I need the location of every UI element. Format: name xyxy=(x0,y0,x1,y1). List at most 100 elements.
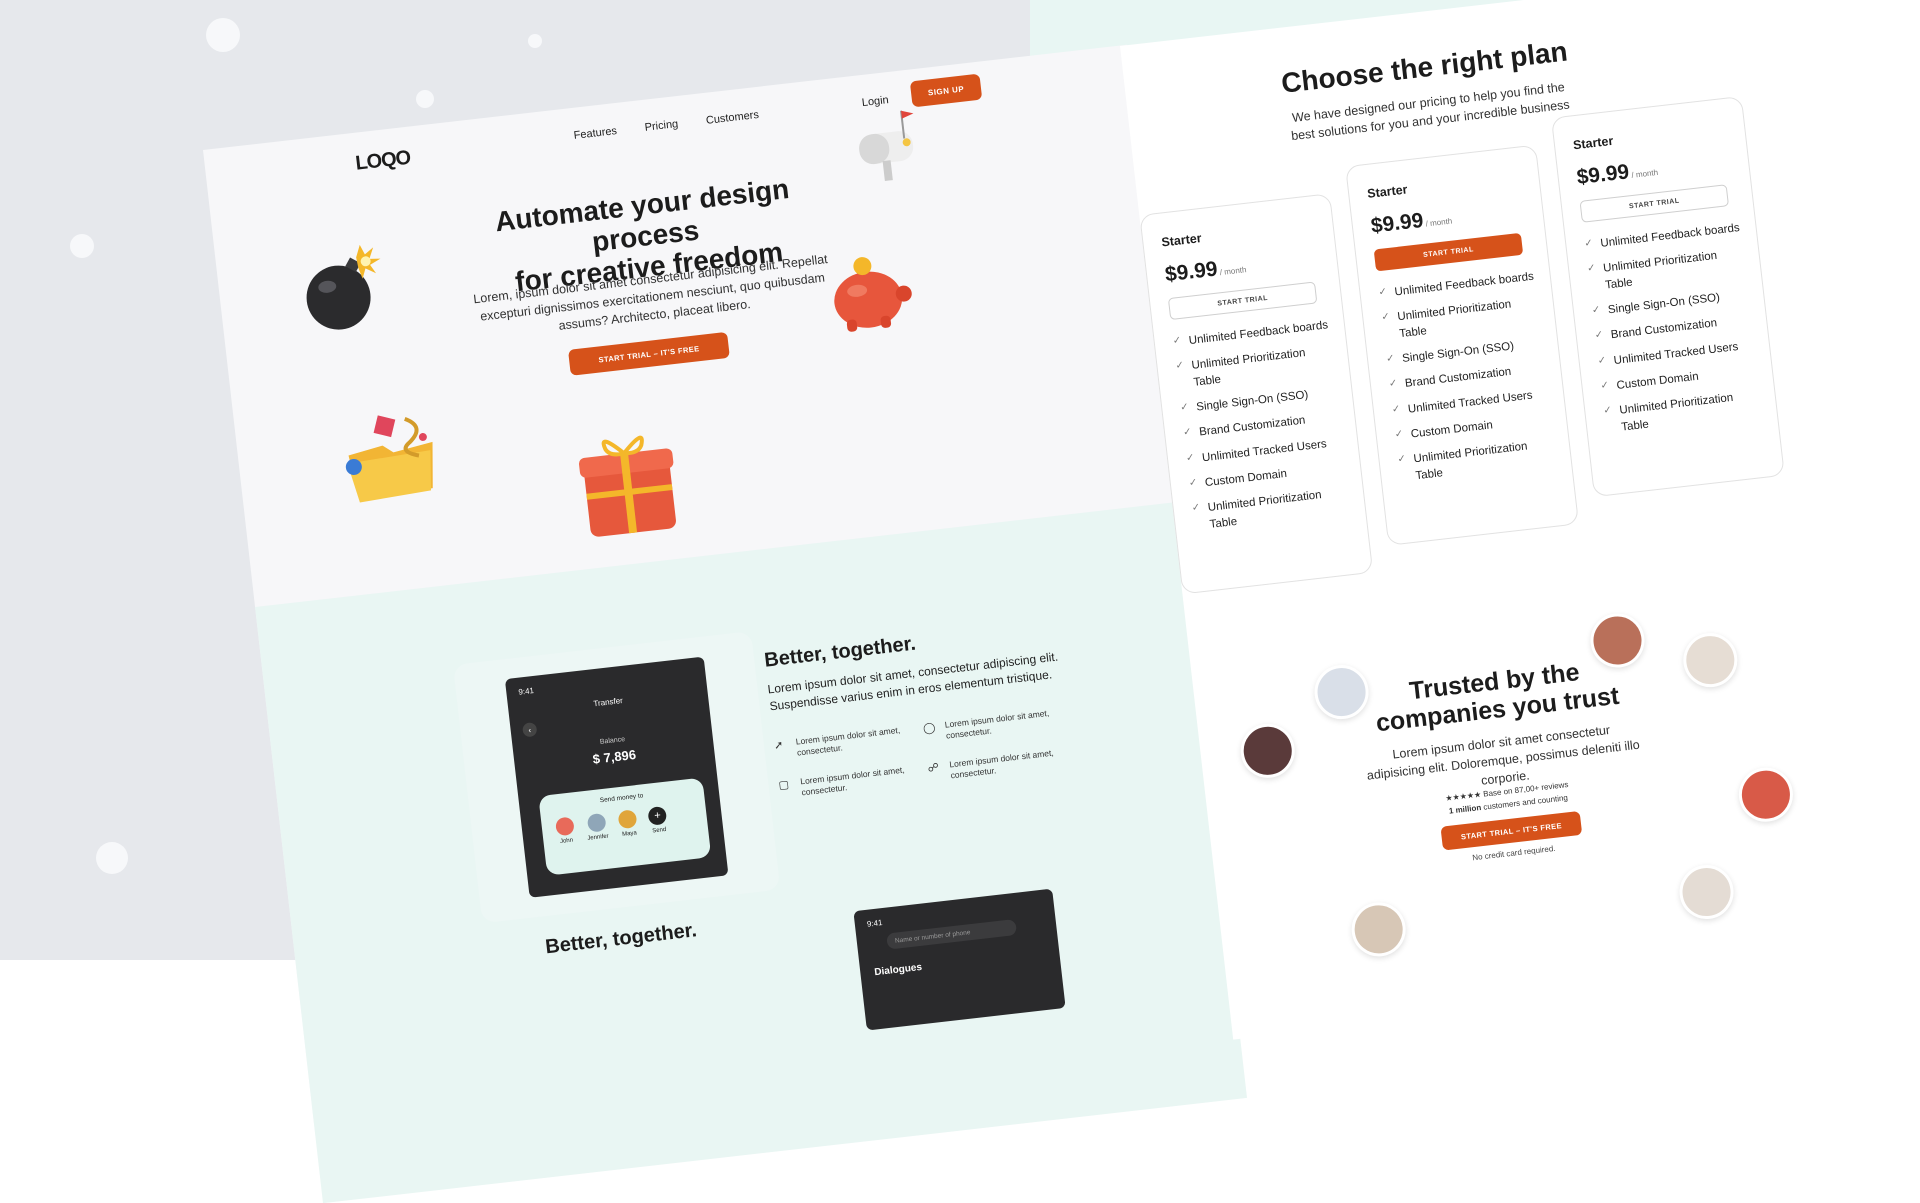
check-icon: ✓ xyxy=(1377,286,1388,299)
feature-item: ✓ Unlimited Prioritization Table xyxy=(1191,484,1354,535)
feature-text: Unlimited Feedback boards xyxy=(1393,270,1535,299)
feature-text: Brand Customization xyxy=(1610,317,1718,342)
check-icon: ✓ xyxy=(1591,304,1601,317)
feature-text: Unlimited Prioritization Table xyxy=(1602,250,1718,292)
contact-jennifer[interactable]: Jennifer xyxy=(585,812,610,842)
decor-dot xyxy=(416,90,434,108)
check-icon: ✓ xyxy=(1175,360,1185,373)
nav-features[interactable]: Features xyxy=(573,125,618,142)
feature-text: Brand Customization xyxy=(1198,414,1307,439)
logo[interactable]: LOQO xyxy=(354,147,411,176)
feature-text: Unlimited Feedback boards xyxy=(1599,222,1741,250)
feature-text: Custom Domain xyxy=(1204,467,1288,490)
nav-customers[interactable]: Customers xyxy=(705,109,759,127)
start-trial-button[interactable]: START TRIAL xyxy=(1373,232,1524,272)
send-button[interactable]: + Send xyxy=(647,805,669,835)
avatar xyxy=(1680,630,1741,691)
check-icon: ✓ xyxy=(1597,354,1607,367)
feature-text: Unlimited Feedback boards xyxy=(1188,319,1329,348)
price-period: / month xyxy=(1425,216,1453,229)
feature-text: Unlimited Prioritization Table xyxy=(1396,298,1512,340)
plan-name: Starter xyxy=(1366,182,1409,201)
feature-text: Unlimited Tracked Users xyxy=(1613,340,1739,367)
feature-text: Unlimited Tracked Users xyxy=(1407,389,1534,416)
dialogues-heading: Dialogues xyxy=(873,961,923,979)
top-nav: Features Pricing Customers xyxy=(573,109,759,142)
plan-card: Starter $9.99/ month START TRIAL ✓ Unlimi… xyxy=(1550,95,1785,498)
price-value: $9.99 xyxy=(1369,208,1425,238)
feature-item: ✓ Unlimited Prioritization Table xyxy=(1397,435,1560,486)
feature-text: Brand Customization xyxy=(1404,366,1512,391)
feature-text: Custom Domain xyxy=(1410,419,1494,441)
phone-search-input[interactable]: Name or number of phone xyxy=(886,918,1018,950)
avatar xyxy=(554,816,575,837)
check-icon: ✓ xyxy=(1586,262,1597,275)
avatar xyxy=(1676,862,1737,922)
feature-text: Single Sign-On (SSO) xyxy=(1607,291,1721,317)
start-trial-button[interactable]: START TRIAL xyxy=(1579,184,1730,223)
check-icon: ✓ xyxy=(1385,352,1396,365)
start-trial-button[interactable]: START TRIAL xyxy=(1167,281,1318,321)
avatar xyxy=(617,809,638,830)
send-money-label: Send money to xyxy=(599,792,644,805)
avatar xyxy=(586,812,607,833)
check-icon: ✓ xyxy=(1188,477,1198,489)
feature-text: Custom Domain xyxy=(1615,370,1700,392)
feature-list: ✓ Unlimited Feedback boards ✓ Unlimited Pr… xyxy=(1172,317,1355,544)
price-value: $9.99 xyxy=(1575,160,1631,190)
price-value: $9.99 xyxy=(1163,257,1219,287)
check-icon: ✓ xyxy=(1380,311,1391,324)
check-icon: ✓ xyxy=(1602,405,1613,417)
check-icon: ✓ xyxy=(1594,329,1604,342)
feature-text: Unlimited Tracked Users xyxy=(1201,437,1328,464)
contact-maya[interactable]: Maya xyxy=(617,809,639,838)
decor-dot xyxy=(206,18,240,52)
contact-name: Jennifer xyxy=(587,833,610,842)
send-money-panel: Send money to John Jennifer Maya + Send xyxy=(538,777,712,876)
plan-name: Starter xyxy=(1572,133,1614,153)
feature-text: Unlimited Prioritization Table xyxy=(1618,392,1734,434)
feature-text: Unlimited Prioritization Table xyxy=(1207,489,1323,531)
decor-dot xyxy=(528,34,542,48)
start-trial-button[interactable]: START TRIAL – IT'S FREE xyxy=(567,331,730,376)
plan-name: Starter xyxy=(1160,231,1203,250)
price-period: / month xyxy=(1219,265,1247,278)
contact-list: John Jennifer Maya + Send xyxy=(554,805,669,846)
avatar xyxy=(1736,764,1796,825)
decor-dot xyxy=(70,234,94,258)
feature-item: ✓ Unlimited Prioritization Table xyxy=(1587,245,1750,296)
feature-text: Single Sign-On (SSO) xyxy=(1401,340,1515,366)
contact-name: John xyxy=(559,837,574,846)
phone-title: Transfer xyxy=(592,696,624,709)
dollar-icon: ◯ xyxy=(922,721,937,736)
count-strong: 1 million xyxy=(1448,803,1482,816)
check-icon: ✓ xyxy=(1397,453,1407,466)
phone-time: 9:41 xyxy=(517,686,535,697)
pricing-page: Choose the right plan We have designed o… xyxy=(1120,0,1920,1040)
gift-icon xyxy=(578,435,676,537)
check-icon: ✓ xyxy=(1185,451,1196,464)
feature-list: ✓ Unlimited Feedback boards ✓ Unlimited Pr… xyxy=(1584,220,1767,447)
feature-text: Unlimited Prioritization Table xyxy=(1191,347,1307,389)
avatar xyxy=(1237,720,1298,781)
feature-item: ✓ Unlimited Prioritization Table xyxy=(1603,387,1766,438)
lock-icon: ☍ xyxy=(927,761,940,775)
check-icon: ✓ xyxy=(1388,378,1399,390)
check-icon: ✓ xyxy=(1182,426,1193,439)
plan-price: $9.99/ month xyxy=(1164,254,1247,287)
folder-icon xyxy=(345,415,433,503)
compass-icon: ➚ xyxy=(773,739,784,753)
piggy-bank-icon xyxy=(834,257,912,332)
decor-dot xyxy=(96,842,128,874)
plan-card-featured: Starter $9.99/ month START TRIAL ✓ Unlimi… xyxy=(1345,144,1580,546)
nav-pricing[interactable]: Pricing xyxy=(644,118,679,134)
back-arrow-icon[interactable]: ‹ xyxy=(521,721,538,738)
check-icon: ✓ xyxy=(1394,428,1404,441)
contact-john[interactable]: John xyxy=(554,816,576,846)
mailbox-icon xyxy=(859,110,914,182)
send-label: Send xyxy=(652,826,667,835)
plus-icon: + xyxy=(647,805,668,826)
plan-price: $9.99/ month xyxy=(1370,206,1453,239)
plan-price: $9.99/ month xyxy=(1576,157,1659,190)
check-icon: ✓ xyxy=(1583,237,1594,250)
